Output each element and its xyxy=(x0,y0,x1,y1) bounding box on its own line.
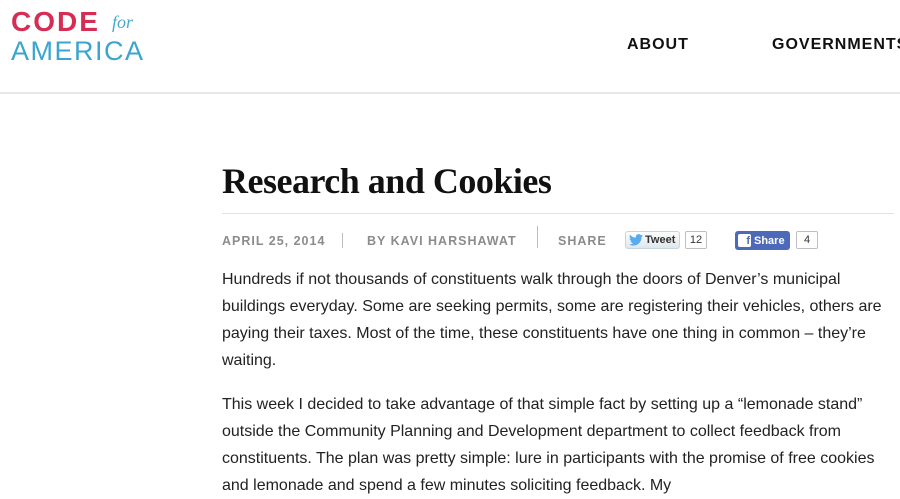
twitter-bird-icon xyxy=(629,234,643,246)
share-label: SHARE xyxy=(558,234,607,248)
article-paragraph: This week I decided to take advantage of… xyxy=(222,396,875,494)
article-paragraph: Hundreds if not thousands of constituent… xyxy=(222,271,882,369)
title-divider xyxy=(222,213,894,214)
tweet-button[interactable]: Tweet xyxy=(625,231,680,249)
nav-about-link[interactable]: ABOUT xyxy=(627,36,689,54)
article-title: Research and Cookies xyxy=(222,161,552,201)
facebook-share-button[interactable]: f Share xyxy=(735,231,790,250)
facebook-share-count: 4 xyxy=(796,231,818,249)
meta-divider xyxy=(342,233,343,248)
code-for-america-logo[interactable]: CODE for AMERICA xyxy=(11,8,145,67)
article-author: BY KAVI HARSHAWAT xyxy=(367,234,517,248)
article-date: APRIL 25, 2014 xyxy=(222,234,326,248)
tweet-label: Tweet xyxy=(645,234,676,246)
site-header: CODE for AMERICA ABOUT GOVERNMENTS xyxy=(0,0,900,94)
facebook-share-label: Share xyxy=(754,234,785,247)
tweet-count: 12 xyxy=(685,231,707,249)
logo-for-text: for xyxy=(112,12,134,32)
nav-governments-link[interactable]: GOVERNMENTS xyxy=(772,36,900,54)
logo-america-text: AMERICA xyxy=(11,36,145,66)
facebook-f-icon: f xyxy=(738,234,751,247)
meta-divider xyxy=(537,226,538,248)
